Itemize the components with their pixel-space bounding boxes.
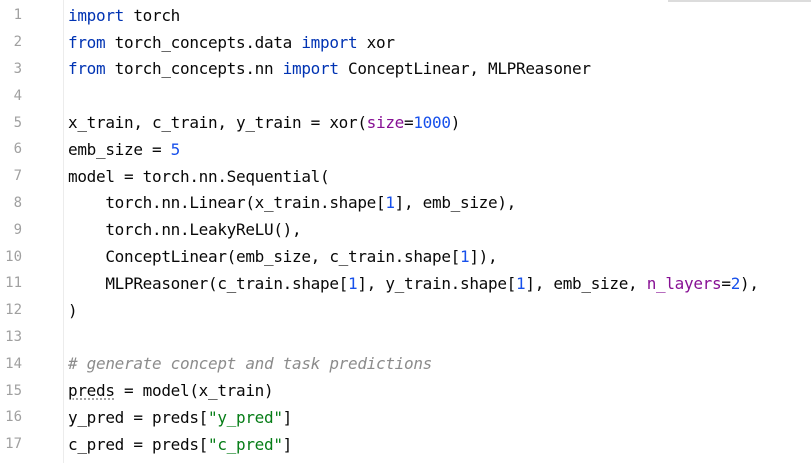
code-line[interactable]: 2 from torch_concepts.data import xor <box>0 29 811 56</box>
line-number: 7 <box>13 168 22 185</box>
token: torch.nn.LeakyReLU(), <box>68 220 302 240</box>
line-number: 4 <box>13 87 22 104</box>
code-line[interactable]: 10 ConceptLinear(emb_size, c_train.shape… <box>0 243 811 270</box>
code-text[interactable]: torch.nn.LeakyReLU(), <box>68 220 301 239</box>
code-line[interactable]: 11 MLPReasoner(c_train.shape[1], y_train… <box>0 270 811 297</box>
code-text[interactable]: x_train, c_train, y_train = xor(size=100… <box>68 113 460 132</box>
code-line[interactable]: 15 preds = model(x_train) <box>0 377 811 404</box>
token-kw: import <box>301 32 358 52</box>
code-text[interactable]: # generate concept and task predictions <box>68 354 432 373</box>
token: ), <box>740 273 759 293</box>
line-number: 15 <box>5 382 22 399</box>
token: ConceptLinear(emb_size, c_train.shape[ <box>68 247 460 267</box>
code-text[interactable]: y_pred = preds["y_pred"] <box>68 408 292 427</box>
code-text[interactable]: preds = model(x_train) <box>68 381 274 401</box>
line-number: 10 <box>5 248 22 265</box>
token-num: 1 <box>459 247 470 267</box>
token: ConceptLinear, MLPReasoner <box>338 59 591 79</box>
code-line[interactable]: 8 torch.nn.Linear(x_train.shape[1], emb_… <box>0 190 811 217</box>
code-text[interactable]: MLPReasoner(c_train.shape[1], y_train.sh… <box>68 274 759 293</box>
token-num: 1000 <box>413 113 451 133</box>
code-text[interactable]: ) <box>68 300 78 320</box>
token: torch_concepts.data <box>105 32 302 52</box>
code-line[interactable]: 9 torch.nn.LeakyReLU(), <box>0 216 811 243</box>
token-kw: import <box>282 59 339 79</box>
code-text[interactable]: ConceptLinear(emb_size, c_train.shape[1]… <box>68 247 497 266</box>
code-line[interactable]: 16 y_pred = preds["y_pred"] <box>0 404 811 431</box>
token: ) <box>68 300 78 320</box>
token: = <box>721 273 731 293</box>
line-number: 1 <box>13 7 22 24</box>
code-line[interactable]: 3 from torch_concepts.nn import ConceptLi… <box>0 56 811 83</box>
token: ] <box>282 407 293 427</box>
line-number: 11 <box>5 275 22 292</box>
code-text[interactable]: torch.nn.Linear(x_train.shape[1], emb_si… <box>68 193 516 212</box>
code-line[interactable]: 1 import torch <box>0 2 811 29</box>
token-kw: from <box>68 59 106 79</box>
line-number: 9 <box>13 221 22 238</box>
token: xor <box>357 32 395 52</box>
line-number: 3 <box>13 60 22 77</box>
line-number: 8 <box>13 194 22 211</box>
code-editor[interactable]: 1 import torch 2 from torch_concepts.data i… <box>0 0 811 463</box>
token-param: size <box>366 113 405 133</box>
token-num: 1 <box>516 273 526 293</box>
line-number: 17 <box>5 436 22 453</box>
token: emb_size = <box>68 139 171 159</box>
token: ]), <box>469 247 498 267</box>
code-text[interactable]: c_pred = preds["c_pred"] <box>68 435 292 454</box>
token-str: "c_pred" <box>208 434 283 454</box>
token-param: n_layers <box>646 273 722 293</box>
code-text[interactable]: model = torch.nn.Sequential( <box>68 166 330 186</box>
token-num: 2 <box>730 273 741 293</box>
code-text[interactable]: emb_size = 5 <box>68 140 180 159</box>
token: y_pred = preds[ <box>68 407 208 427</box>
token: ], emb_size, <box>525 273 647 293</box>
token-kw: import <box>68 5 124 25</box>
code-line[interactable]: 14 # generate concept and task prediction… <box>0 350 811 377</box>
code-line[interactable]: 5 x_train, c_train, y_train = xor(size=10… <box>0 109 811 136</box>
token: MLPReasoner(c_train.shape[ <box>68 273 348 293</box>
token: torch <box>124 5 180 25</box>
token-squiggle: preds <box>68 381 115 401</box>
token: ], emb_size), <box>394 193 517 213</box>
line-number: 5 <box>13 114 22 131</box>
token: = model(x_train) <box>114 381 274 401</box>
token-num: 5 <box>170 139 181 159</box>
token: torch_concepts.nn <box>105 59 283 79</box>
token-str: "y_pred" <box>208 407 283 427</box>
token-num: 1 <box>348 273 358 293</box>
code-line[interactable]: 17 c_pred = preds["c_pred"] <box>0 431 811 458</box>
line-number: 13 <box>5 328 22 345</box>
token: model = torch.nn.Sequential( <box>68 166 330 186</box>
token: ] <box>282 434 293 454</box>
line-number: 2 <box>13 34 22 51</box>
code-text[interactable]: from torch_concepts.nn import ConceptLin… <box>68 59 591 78</box>
token-num: 1 <box>385 193 395 213</box>
token: = <box>404 113 414 133</box>
token: torch.nn.Linear(x_train.shape[ <box>68 193 386 213</box>
token: x_train, c_train, y_train = xor( <box>68 113 367 133</box>
token-cmt: # generate concept and task predictions <box>68 354 432 374</box>
line-number: 14 <box>5 355 22 372</box>
token: ], y_train.shape[ <box>357 273 517 293</box>
token: c_pred = preds[ <box>68 434 208 454</box>
code-line[interactable]: 13 <box>0 324 811 351</box>
code-line[interactable]: 12) <box>0 297 811 324</box>
line-number: 12 <box>5 302 22 319</box>
token: ) <box>450 113 461 133</box>
code-line[interactable]: 4 <box>0 82 811 109</box>
line-number: 16 <box>5 409 22 426</box>
token-kw: from <box>68 32 106 52</box>
code-line[interactable]: 6 emb_size = 5 <box>0 136 811 163</box>
line-number: 6 <box>13 141 22 158</box>
code-text[interactable]: from torch_concepts.data import xor <box>68 33 395 52</box>
code-line[interactable]: 7 model = torch.nn.Sequential( <box>0 163 811 190</box>
code-text[interactable]: import torch <box>68 6 180 25</box>
